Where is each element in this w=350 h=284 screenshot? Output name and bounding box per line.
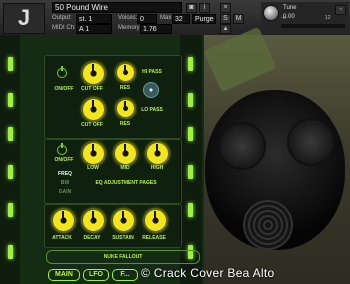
tools-icon[interactable]: ▴ [220, 24, 231, 34]
right-rail [180, 35, 202, 284]
filter-section [44, 55, 182, 139]
eq-low-knob[interactable] [82, 142, 105, 165]
gas-mask-right-eye [287, 118, 335, 166]
lopass-cutoff-label: CUT OFF [81, 122, 103, 128]
voices-label: Voices: [118, 15, 138, 21]
close-icon[interactable]: × [220, 3, 231, 13]
filter-onoff-label: ON/OFF [54, 86, 74, 92]
lopass-res-label: RES [119, 121, 131, 127]
nuke-fallout-button[interactable]: NUKE FALLOUT [46, 250, 200, 264]
solo-button[interactable]: S [220, 14, 231, 24]
tab-main[interactable]: MAIN [48, 269, 80, 281]
eq-mid-knob[interactable] [114, 142, 137, 165]
sustain-knob[interactable] [112, 209, 135, 232]
eq-high-label: HIGH [150, 165, 164, 171]
camera-icon[interactable]: ◙ [186, 3, 197, 13]
sustain-label: SUSTAIN [112, 235, 134, 241]
memory-label: Memory: [118, 25, 142, 31]
purge-button[interactable]: Purge [192, 14, 216, 24]
aux-icon[interactable]: ◦ [335, 5, 346, 15]
lopass-res-knob[interactable] [116, 99, 135, 118]
eq-onoff-label: ON/OFF [54, 157, 74, 163]
atom-icon [143, 82, 159, 98]
midi-label: MIDI Ch: [52, 25, 76, 31]
volume-meter [281, 24, 345, 28]
eq-mode-freq[interactable]: FREQ [58, 171, 72, 177]
filter-power-icon[interactable] [57, 66, 67, 78]
max-voices-field[interactable]: 32 [172, 14, 190, 24]
lopass-cutoff-knob[interactable] [82, 98, 105, 121]
eq-pages-label: EQ ADJUSTMENT PAGES [95, 180, 157, 186]
left-rail [0, 35, 22, 284]
eq-mode-bw[interactable]: BW [58, 180, 72, 186]
hipass-cutoff-knob[interactable] [82, 62, 105, 85]
attack-label: ATTACK [52, 235, 72, 241]
meter-tick-12: 12 [325, 15, 331, 21]
hipass-label: HI PASS [142, 69, 162, 75]
memory-field: 1.76 MB [140, 24, 172, 42]
gas-mask-left-eye [218, 122, 266, 170]
kontakt-instrument-window: J 50 Pound Wire ◙ i Output: st. 1 MIDI C… [0, 0, 350, 284]
eq-low-label: LOW [87, 165, 99, 171]
lopass-label: LO PASS [141, 107, 163, 113]
hipass-res-knob[interactable] [116, 63, 135, 82]
watermark: © Crack Cover Bea Alto [141, 266, 275, 280]
eq-mid-label: MID [120, 165, 130, 171]
mute-button[interactable]: M [233, 14, 244, 24]
eq-high-knob[interactable] [146, 142, 169, 165]
hipass-cutoff-label: CUT OFF [81, 86, 103, 92]
info-icon[interactable]: i [199, 3, 210, 13]
tune-section: Tune 0.00 -∞ 12 ◦ [261, 2, 349, 33]
gas-mask-filter [243, 200, 293, 250]
output-field[interactable]: st. 1 [76, 14, 112, 24]
release-knob[interactable] [144, 209, 167, 232]
instrument-name-field[interactable]: 50 Pound Wire [52, 2, 182, 13]
eq-power-icon[interactable] [57, 143, 67, 155]
tab-lfo[interactable]: LFO [83, 269, 109, 281]
instrument-header: J 50 Pound Wire ◙ i Output: st. 1 MIDI C… [0, 0, 350, 42]
decay-label: DECAY [83, 235, 101, 241]
hipass-res-label: RES [119, 85, 131, 91]
output-label: Output: [52, 15, 72, 21]
tab-fx[interactable]: F... [112, 269, 138, 281]
release-label: RELEASE [142, 235, 166, 241]
attack-knob[interactable] [52, 209, 75, 232]
eq-mode-gain[interactable]: GAIN [58, 189, 72, 195]
meter-tick-min: -∞ [281, 15, 287, 21]
tune-knob[interactable] [263, 5, 279, 21]
midi-channel-field[interactable]: A 1 [76, 24, 112, 34]
decay-knob[interactable] [82, 209, 105, 232]
instrument-logo: J [3, 3, 45, 34]
